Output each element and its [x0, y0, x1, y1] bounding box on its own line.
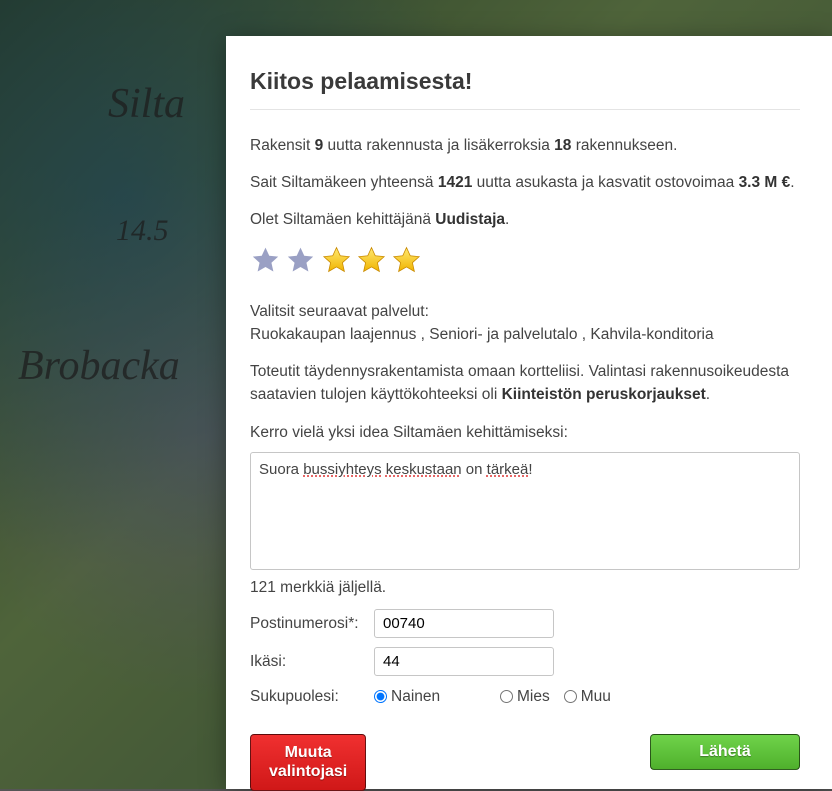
- age-input[interactable]: [374, 647, 554, 676]
- postal-label: Postinumerosi*:: [250, 612, 362, 635]
- age-label: Ikäsi:: [250, 650, 362, 673]
- chars-remaining: 121 merkkiä jäljellä.: [250, 576, 800, 599]
- star-icon: [250, 245, 281, 276]
- star-icon: [391, 245, 422, 276]
- change-choices-button[interactable]: Muutavalintojasi: [250, 734, 366, 790]
- star-rating: [250, 245, 800, 283]
- idea-textarea[interactable]: Suora bussiyhteys keskustaan on tärkeä!: [250, 452, 800, 570]
- results-modal: Kiitos pelaamisesta! Rakensit 9 uutta ra…: [226, 36, 832, 789]
- gender-option-m[interactable]: Mies: [500, 685, 550, 708]
- postal-input[interactable]: [374, 609, 554, 638]
- result-line-residents: Sait Siltamäkeen yhteensä 1421 uutta asu…: [250, 171, 800, 194]
- gender-option-o[interactable]: Muu: [564, 685, 611, 708]
- gender-option-f[interactable]: Nainen: [374, 685, 486, 708]
- gender-radio-o[interactable]: [564, 690, 577, 703]
- idea-label: Kerro vielä yksi idea Siltamäen kehittäm…: [250, 421, 800, 444]
- result-line-buildings: Rakensit 9 uutta rakennusta ja lisäkerro…: [250, 134, 800, 157]
- result-line-target: Toteutit täydennysrakentamista omaan kor…: [250, 360, 800, 407]
- gender-radio-m[interactable]: [500, 690, 513, 703]
- star-icon: [285, 245, 316, 276]
- services-lead: Valitsit seuraavat palvelut:: [250, 300, 800, 323]
- modal-title: Kiitos pelaamisesta!: [250, 64, 800, 110]
- gender-radio-f[interactable]: [374, 690, 387, 703]
- services-list: Ruokakaupan laajennus , Seniori- ja palv…: [250, 323, 800, 346]
- star-icon: [321, 245, 352, 276]
- gender-radio-group: Nainen Mies Muu: [374, 685, 611, 708]
- gender-label: Sukupuolesi:: [250, 685, 362, 708]
- star-icon: [356, 245, 387, 276]
- result-line-role: Olet Siltamäen kehittäjänä Uudistaja.: [250, 208, 800, 231]
- send-button[interactable]: Lähetä: [650, 734, 800, 770]
